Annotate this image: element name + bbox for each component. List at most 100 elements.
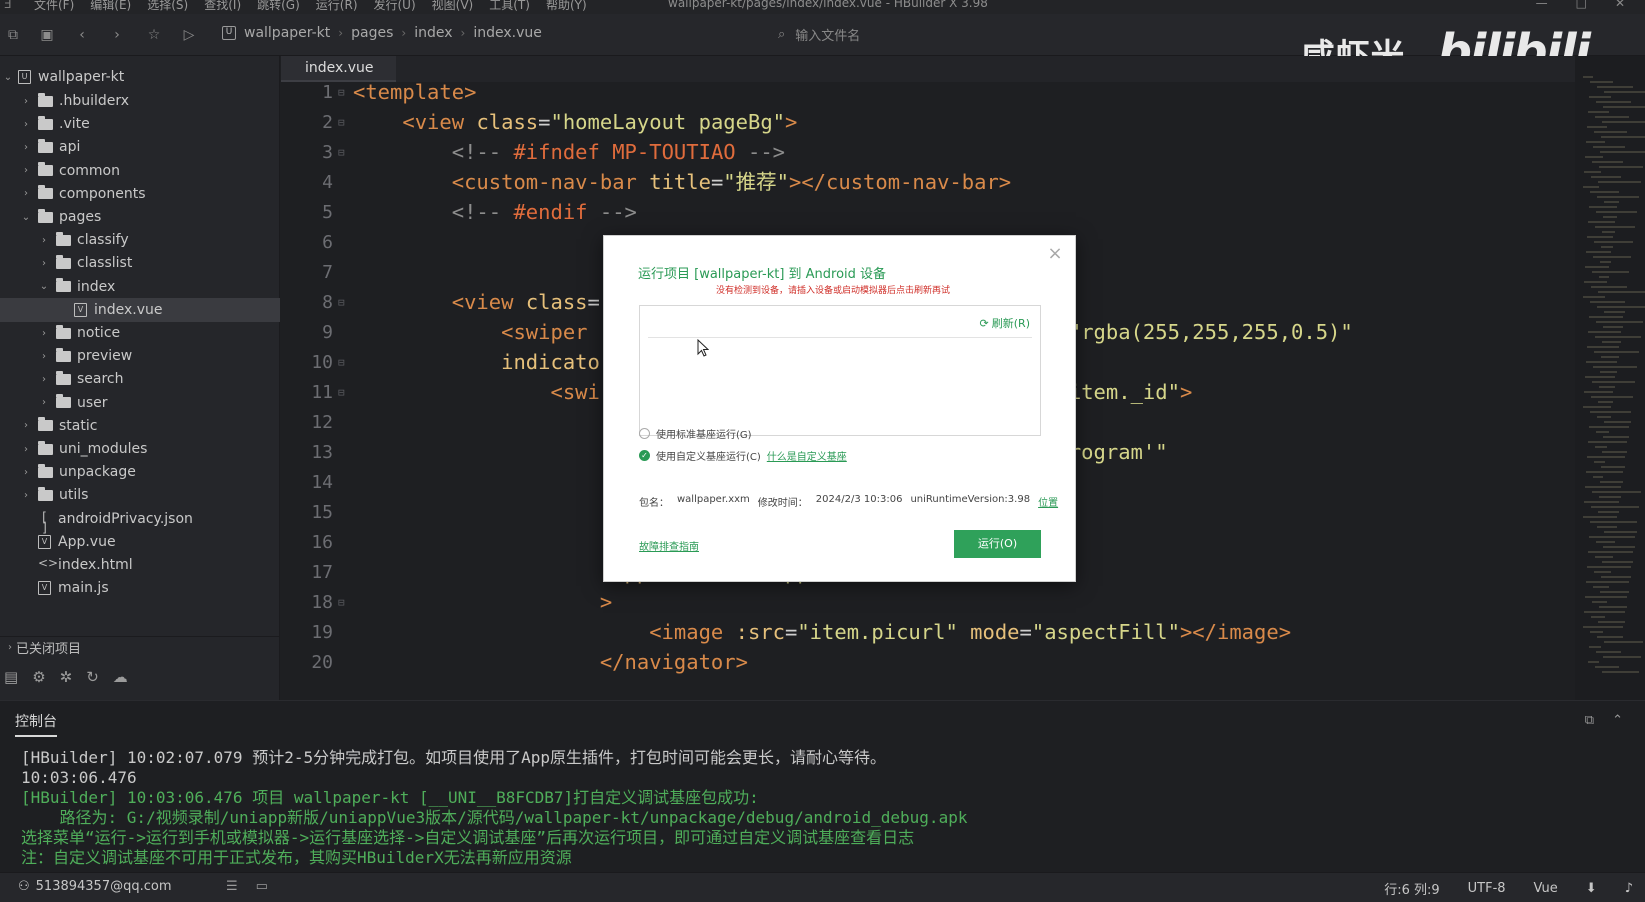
- sidebar-bottom-toolbar: ▤ ⚙ ✲ ↻ ☁: [0, 662, 280, 692]
- console-expand-icon[interactable]: ⧉: [1585, 713, 1594, 728]
- run-icon[interactable]: ▷: [180, 26, 198, 44]
- save-icon[interactable]: ▣: [38, 26, 56, 44]
- breadcrumb-item[interactable]: pages: [351, 25, 393, 41]
- minimize-icon[interactable]: —: [1536, 0, 1548, 10]
- fold-toggle-icon[interactable]: ⊟: [338, 347, 348, 378]
- new-file-icon[interactable]: ⧉: [4, 26, 22, 44]
- location-link[interactable]: 位置: [1038, 494, 1058, 509]
- terminal-icon[interactable]: ▭: [256, 879, 268, 894]
- tree-item[interactable]: › utils: [0, 483, 280, 507]
- option-custom-base[interactable]: ✓ 使用自定义基座运行(C) 什么是自定义基座: [639, 448, 847, 463]
- minimap[interactable]: [1575, 56, 1645, 700]
- menu-item[interactable]: 发行(U): [374, 0, 416, 13]
- code-line[interactable]: 3 ⊟ <!-- #ifndef MP-TOUTIAO -->: [281, 137, 1645, 168]
- menu-item[interactable]: 文件(F): [34, 0, 74, 13]
- tree-item[interactable]: Vmain.js: [0, 576, 280, 600]
- code-line[interactable]: 1 ⊟ <template>: [281, 77, 1645, 108]
- tree-item[interactable]: › .hbuilderx: [0, 89, 280, 113]
- menu-item[interactable]: 运行(R): [316, 0, 358, 13]
- tree-item[interactable]: ⌄ index: [0, 275, 280, 299]
- custom-base-help-link[interactable]: 什么是自定义基座: [767, 448, 847, 463]
- code-line[interactable]: 4 <custom-nav-bar title="推荐"></custom-na…: [281, 167, 1645, 198]
- refresh-button[interactable]: ⟳ 刷新(R): [980, 315, 1030, 331]
- fold-toggle-icon[interactable]: ⊟: [338, 77, 348, 108]
- back-icon[interactable]: ‹: [73, 26, 91, 44]
- radio-standard[interactable]: [639, 428, 650, 439]
- tree-item[interactable]: › classlist: [0, 251, 280, 275]
- minimap-line: [1594, 131, 1627, 133]
- file-encoding[interactable]: UTF-8: [1468, 881, 1506, 896]
- fold-toggle-icon[interactable]: ⊟: [338, 377, 348, 408]
- troubleshoot-link[interactable]: 故障排查指南: [639, 538, 699, 553]
- tree-root-wallpaper-kt[interactable]: ⌄ U wallpaper-kt: [0, 65, 280, 89]
- option-standard-base[interactable]: 使用标准基座运行(G): [639, 426, 752, 441]
- code-line[interactable]: 20 </navigator>: [281, 647, 1645, 678]
- breadcrumb-item[interactable]: index: [414, 25, 452, 41]
- code-line[interactable]: 2 ⊟ <view class="homeLayout pageBg">: [281, 107, 1645, 138]
- close-icon[interactable]: ×: [1047, 245, 1063, 263]
- breadcrumb-item[interactable]: wallpaper-kt: [244, 25, 330, 41]
- tree-item[interactable]: Vindex.vue: [0, 297, 280, 322]
- chevron-up-icon[interactable]: ⌃: [1612, 713, 1623, 728]
- tree-item[interactable]: › notice: [0, 321, 280, 345]
- file-search-input[interactable]: ⌕ 输入文件名: [778, 25, 860, 44]
- user-email: 513894357@qq.com: [35, 879, 172, 894]
- code-line[interactable]: 18 ⊟ >: [281, 587, 1645, 618]
- tree-item[interactable]: › api: [0, 135, 280, 159]
- tree-item[interactable]: › .vite: [0, 112, 280, 136]
- line-number: 7: [322, 262, 333, 283]
- console-output[interactable]: [HBuilder] 10:02:07.079 预计2-5分钟完成打包。如项目使…: [0, 742, 1645, 872]
- debug-bug-icon[interactable]: ✲: [60, 668, 73, 686]
- tree-item[interactable]: › components: [0, 182, 280, 206]
- minimap-line: [1591, 396, 1633, 398]
- fold-toggle-icon[interactable]: ⊟: [338, 107, 348, 138]
- minimap-line: [1601, 246, 1613, 248]
- line-number: 11: [311, 382, 333, 403]
- cloud-icon[interactable]: ☁: [113, 668, 128, 686]
- tree-item[interactable]: › common: [0, 159, 280, 183]
- tree-item[interactable]: › search: [0, 367, 280, 391]
- fold-toggle-icon[interactable]: ⊟: [338, 587, 348, 618]
- tree-item[interactable]: ⌄ pages: [0, 205, 280, 229]
- tree-item[interactable]: <> index.html: [0, 553, 280, 577]
- user-account[interactable]: ⚇ 513894357@qq.com: [18, 879, 172, 894]
- console-line: 选择菜单“运行->运行到手机或模拟器->运行基座选择->自定义调试基座”后再次运…: [21, 828, 915, 847]
- menu-item[interactable]: 工具(T): [489, 0, 530, 13]
- tree-item[interactable]: › classify: [0, 228, 280, 252]
- cursor-position[interactable]: 行:6 列:9: [1384, 879, 1439, 898]
- radio-custom-checked-icon[interactable]: ✓: [639, 450, 650, 461]
- tree-item[interactable]: › unpackage: [0, 460, 280, 484]
- menu-item[interactable]: 跳转(G): [257, 0, 300, 13]
- code-line[interactable]: 5 <!-- #endif -->: [281, 197, 1645, 228]
- menu-item[interactable]: 视图(V): [432, 0, 474, 13]
- close-window-icon[interactable]: ✕: [1615, 0, 1625, 10]
- download-icon[interactable]: ⬇: [1586, 881, 1597, 896]
- code-line[interactable]: 19 <image :src="item.picurl" mode="aspec…: [281, 617, 1645, 648]
- breadcrumb-item[interactable]: index.vue: [473, 25, 542, 41]
- tree-item[interactable]: › preview: [0, 344, 280, 368]
- tab-console[interactable]: 控制台: [15, 711, 57, 737]
- forward-icon[interactable]: ›: [108, 26, 126, 44]
- explorer-icon[interactable]: ▤: [4, 668, 18, 686]
- plugin-icon[interactable]: ⚙: [32, 668, 45, 686]
- menu-item[interactable]: 帮助(Y): [546, 0, 587, 13]
- maximize-icon[interactable]: □: [1576, 0, 1587, 10]
- device-list[interactable]: ⟳ 刷新(R): [639, 305, 1041, 436]
- file-language[interactable]: Vue: [1534, 881, 1558, 896]
- menu-item[interactable]: 查找(I): [204, 0, 241, 13]
- closed-projects[interactable]: › 已关闭项目: [0, 636, 280, 658]
- fold-toggle-icon[interactable]: ⊟: [338, 287, 348, 318]
- tree-item[interactable]: [ ] androidPrivacy.json: [0, 507, 280, 534]
- menu-item[interactable]: 选择(S): [147, 0, 188, 13]
- menu-item[interactable]: 编辑(E): [90, 0, 131, 13]
- list-icon[interactable]: ☰: [226, 879, 238, 894]
- tree-item[interactable]: › user: [0, 391, 280, 415]
- bell-icon[interactable]: ♪: [1625, 881, 1633, 896]
- tree-item[interactable]: › uni_modules: [0, 437, 280, 461]
- tree-item[interactable]: › static: [0, 414, 280, 438]
- fold-toggle-icon[interactable]: ⊟: [338, 137, 348, 168]
- bookmark-star-icon[interactable]: ☆: [145, 26, 163, 44]
- tree-item[interactable]: V App.vue: [0, 530, 280, 554]
- run-button[interactable]: 运行(O): [954, 530, 1041, 558]
- git-icon[interactable]: ↻: [86, 668, 99, 686]
